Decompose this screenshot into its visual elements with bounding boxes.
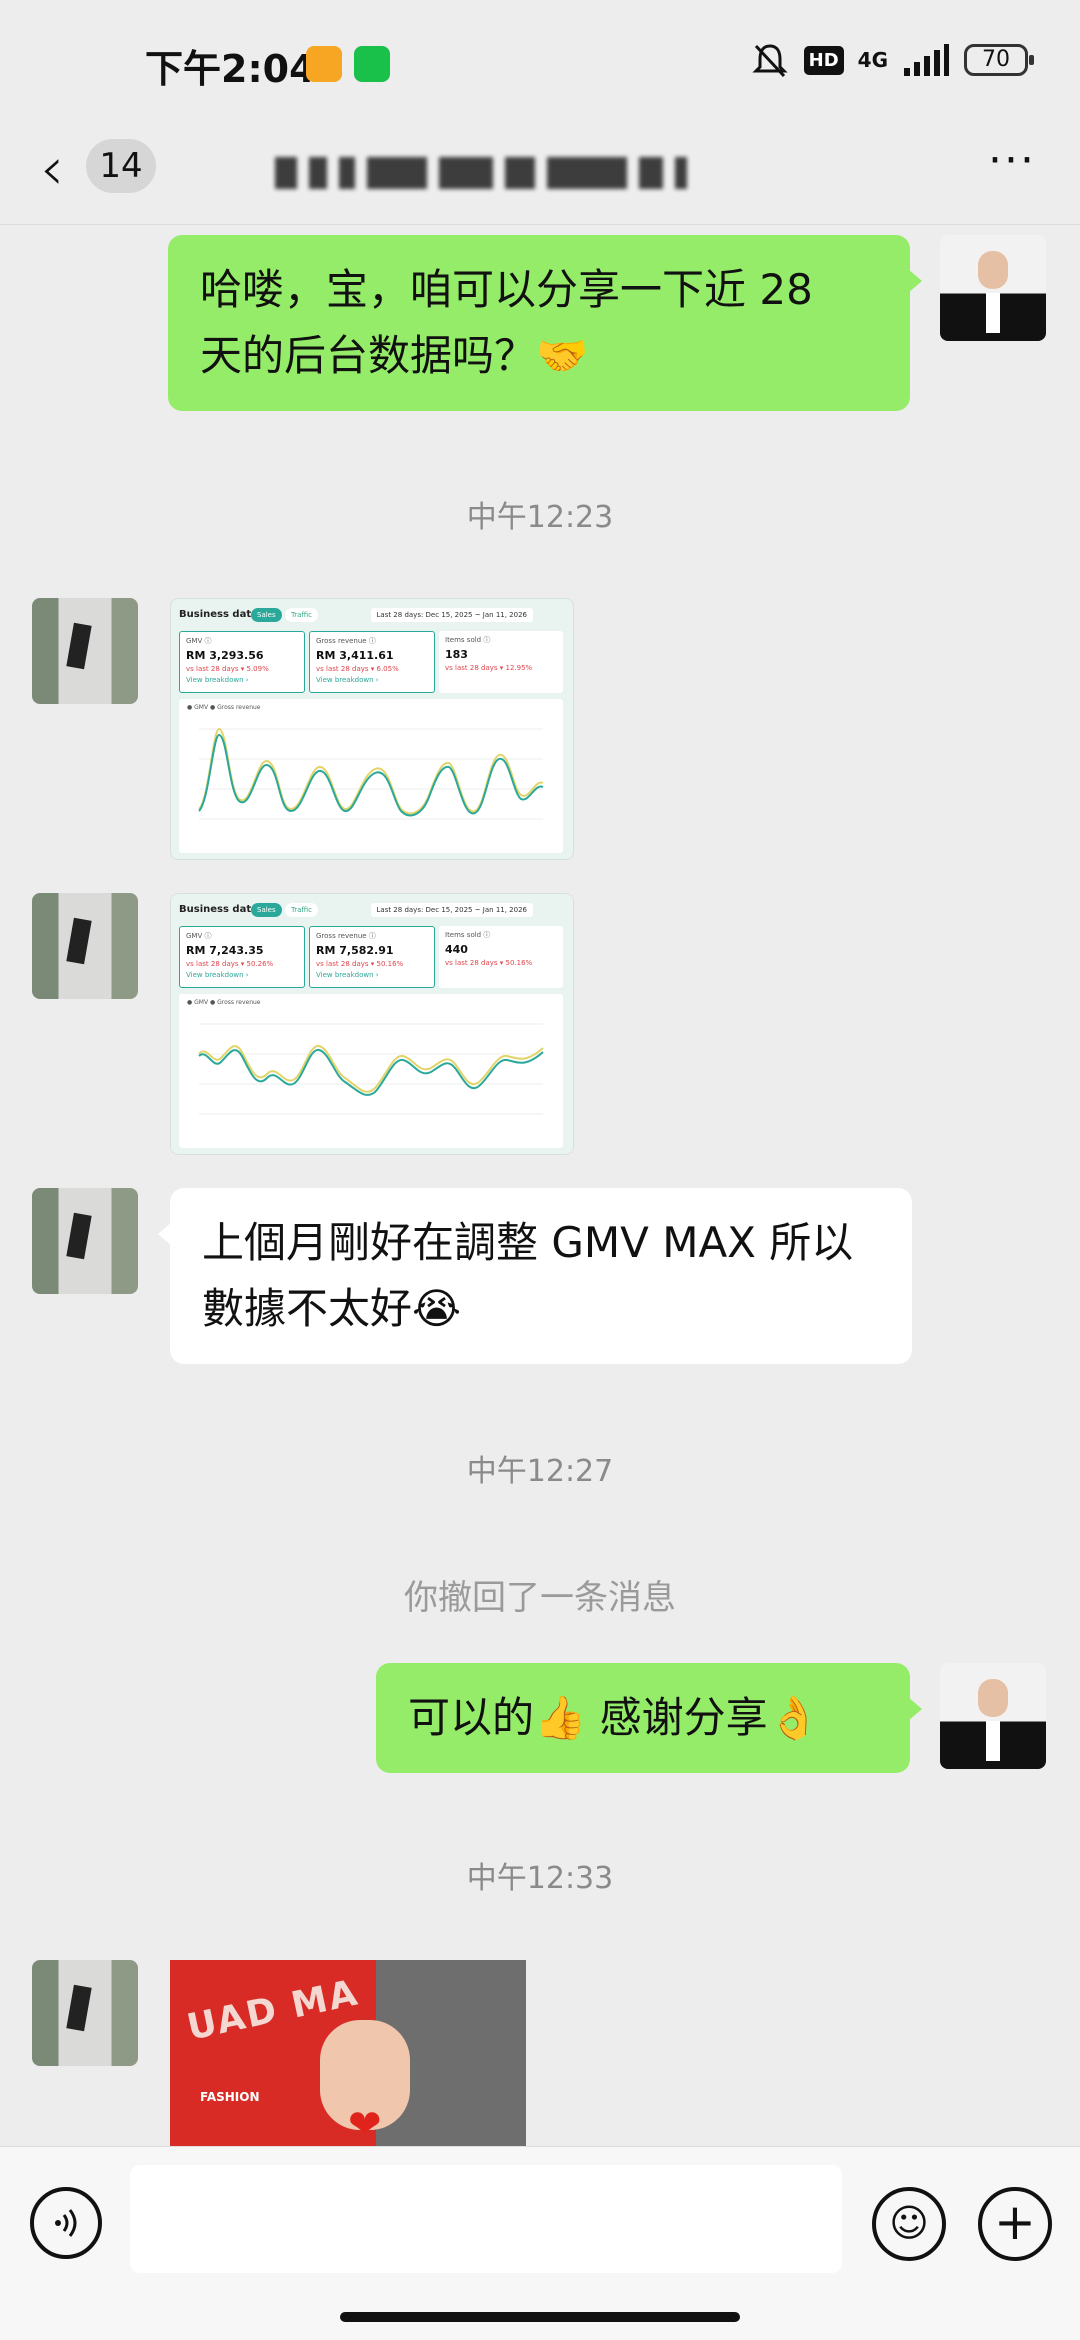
metric-name: Items sold ⓘ	[445, 636, 491, 644]
metric-link: View breakdown ›	[186, 676, 249, 684]
my-avatar[interactable]	[940, 235, 1046, 341]
tab-traffic: Traffic	[285, 903, 319, 917]
trend-chart-svg	[198, 727, 544, 820]
trend-chart: ● GMV ● Gross revenue	[179, 994, 563, 1148]
chat-header: ‹ 14 ···	[0, 125, 1080, 225]
card-title: Business data	[179, 609, 258, 620]
tab-traffic: Traffic	[285, 608, 319, 622]
metric-value: 440	[445, 943, 468, 956]
metric-card: GMV ⓘ RM 3,293.56 vs last 28 days ▾ 5.09…	[179, 631, 305, 693]
metric-card: Gross revenue ⓘ RM 7,582.91 vs last 28 d…	[309, 926, 435, 988]
message-text: 數據不太好😭	[202, 1284, 462, 1333]
metric-cards: GMV ⓘ RM 3,293.56 vs last 28 days ▾ 5.09…	[179, 631, 563, 693]
plus-icon[interactable]: +	[978, 2187, 1052, 2261]
metric-change: vs last 28 days ▾ 50.16%	[316, 960, 404, 968]
metric-change: vs last 28 days ▾ 50.26%	[186, 960, 274, 968]
photo-message[interactable]: UAD MA FASHION ❤	[170, 1960, 526, 2146]
metric-value: RM 7,243.35	[186, 944, 264, 957]
back-chevron-icon[interactable]: ‹	[40, 139, 64, 199]
message-input[interactable]	[130, 2165, 842, 2273]
my-avatar[interactable]	[940, 1663, 1046, 1769]
message-bubble-outgoing[interactable]: 可以的👍 感谢分享👌	[376, 1663, 922, 1773]
trend-chart: ● GMV ● Gross revenue	[179, 699, 563, 853]
metric-link: View breakdown ›	[186, 971, 249, 979]
metric-name: GMV ⓘ	[186, 637, 212, 645]
dashboard-screenshot-1[interactable]: Business data Sales Traffic Last 28 days…	[170, 598, 574, 860]
metric-value: RM 3,293.56	[186, 649, 264, 662]
network-type: 4G	[857, 48, 888, 72]
card-header: Business data Sales Traffic Last 28 days…	[179, 605, 567, 627]
voice-input-icon[interactable]	[30, 2187, 102, 2259]
input-bar: ☺ +	[0, 2146, 1080, 2340]
mute-bell-icon	[752, 44, 788, 78]
metric-change: vs last 28 days ▾ 5.09%	[186, 665, 269, 673]
status-indicators: HD 4G 70	[750, 40, 1034, 80]
message-text: 上個月剛好在調整 GMV MAX 所以	[202, 1218, 854, 1267]
message-bubble-outgoing[interactable]: 哈喽，宝，咱可以分享一下近 28 天的后台数据吗？🤝	[168, 235, 922, 411]
unread-count-badge[interactable]: 14	[86, 139, 156, 193]
message-bubble-incoming[interactable]: 上個月剛好在調整 GMV MAX 所以 數據不太好😭	[158, 1188, 912, 1364]
status-time: 下午2:04	[145, 47, 316, 91]
metric-name: Gross revenue ⓘ	[316, 932, 376, 940]
metric-change: vs last 28 days ▾ 50.16%	[445, 959, 533, 967]
card-title: Business data	[179, 904, 258, 915]
trend-chart-svg	[198, 1023, 544, 1115]
metric-change: vs last 28 days ▾ 12.95%	[445, 664, 533, 672]
metric-value: RM 3,411.61	[316, 649, 394, 662]
card-header: Business data Sales Traffic Last 28 days…	[179, 900, 567, 922]
more-options-icon[interactable]: ···	[988, 135, 1036, 186]
battery-icon: 70	[964, 44, 1034, 76]
chat-title-blurred	[275, 157, 815, 197]
home-indicator	[340, 2312, 740, 2322]
recalled-message-notice: 你撤回了一条消息	[404, 1578, 676, 1618]
metric-card: Gross revenue ⓘ RM 3,411.61 vs last 28 d…	[309, 631, 435, 693]
photo-shirt-label: FASHION	[200, 2090, 260, 2104]
metric-value: 183	[445, 648, 468, 661]
metric-name: GMV ⓘ	[186, 932, 212, 940]
message-text: 哈喽，宝，咱可以分享一下近 28	[200, 265, 813, 314]
tab-sales: Sales	[251, 903, 282, 917]
contact-avatar[interactable]	[32, 1188, 138, 1294]
signal-icon	[904, 44, 949, 76]
metric-name: Items sold ⓘ	[445, 931, 491, 939]
wechat-icon	[354, 46, 390, 82]
metric-link: View breakdown ›	[316, 676, 379, 684]
emoji-icon[interactable]: ☺	[872, 2187, 946, 2261]
timestamp: 中午12:23	[466, 500, 614, 535]
metric-cards: GMV ⓘ RM 7,243.35 vs last 28 days ▾ 50.2…	[179, 926, 563, 988]
heart-icon: ❤	[348, 2102, 382, 2146]
message-text: 可以的👍 感谢分享👌	[408, 1693, 820, 1742]
status-bar: 下午2:04 HD 4G 70	[0, 0, 1080, 125]
hd-badge: HD	[803, 45, 844, 75]
date-range: Last 28 days: Dec 15, 2025 ~ Jan 11, 202…	[370, 903, 533, 917]
metric-link: View breakdown ›	[316, 971, 379, 979]
contact-avatar[interactable]	[32, 598, 138, 704]
dashboard-screenshot-2[interactable]: Business data Sales Traffic Last 28 days…	[170, 893, 574, 1155]
metric-card: Items sold ⓘ 440 vs last 28 days ▾ 50.16…	[439, 926, 563, 988]
metric-card: GMV ⓘ RM 7,243.35 vs last 28 days ▾ 50.2…	[179, 926, 305, 988]
contact-avatar[interactable]	[32, 893, 138, 999]
metric-card: Items sold ⓘ 183 vs last 28 days ▾ 12.95…	[439, 631, 563, 693]
timestamp: 中午12:33	[466, 1861, 614, 1896]
tab-sales: Sales	[251, 608, 282, 622]
timestamp: 中午12:27	[466, 1454, 614, 1489]
date-range: Last 28 days: Dec 15, 2025 ~ Jan 11, 202…	[370, 608, 533, 622]
sound-wave-icon	[55, 2208, 77, 2237]
message-text: 天的后台数据吗？🤝	[200, 331, 589, 380]
message-app-icon	[306, 46, 342, 82]
metric-value: RM 7,582.91	[316, 944, 394, 957]
metric-name: Gross revenue ⓘ	[316, 637, 376, 645]
metric-change: vs last 28 days ▾ 6.05%	[316, 665, 399, 673]
contact-avatar[interactable]	[32, 1960, 138, 2066]
